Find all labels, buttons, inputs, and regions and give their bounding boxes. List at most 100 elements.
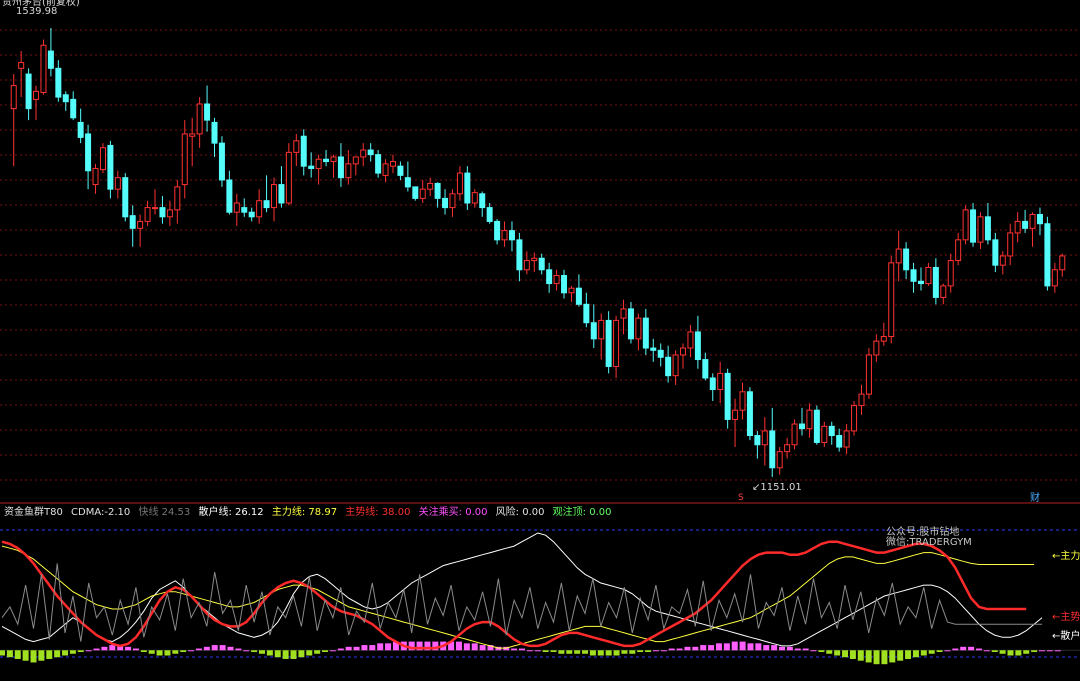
candle-body [553, 275, 560, 285]
candle-body [55, 67, 62, 98]
indicator-bar [85, 650, 92, 652]
candle-body [910, 269, 917, 282]
candle-body [256, 200, 263, 218]
candle-body [947, 260, 954, 287]
candle-body [903, 248, 910, 271]
indicator-bar [353, 646, 360, 651]
candle-body [442, 197, 449, 209]
candle-body [479, 193, 486, 209]
candle-body [85, 133, 92, 172]
indicator-bar [645, 650, 652, 653]
indicator-bar [1039, 650, 1045, 652]
legend-zhuli: 主力线: 78.97 [271, 507, 338, 518]
candle-body [955, 239, 962, 262]
candle-body [1044, 223, 1051, 287]
indicator-bar [14, 650, 21, 659]
indicator-bar [928, 650, 935, 654]
indicator-bar [377, 643, 384, 651]
candle-body [992, 239, 999, 266]
indicator-bar [38, 650, 45, 661]
indicator-bar [526, 650, 533, 652]
candle-body [501, 230, 508, 241]
indicator-bar [140, 650, 147, 653]
candle-body [642, 317, 649, 349]
indicator-bar [479, 645, 486, 651]
indicator-bar [322, 650, 329, 653]
indicator-bar [857, 650, 864, 661]
candle-body [895, 248, 902, 264]
candle-body [575, 287, 582, 305]
candle-body [375, 154, 382, 174]
candle-body [315, 158, 322, 169]
indicator-bar [534, 650, 541, 652]
candle-body [769, 430, 776, 469]
indicator-bar [700, 645, 707, 651]
indicator-bar [0, 650, 5, 656]
candle-body [129, 215, 136, 229]
candle-body [397, 165, 404, 176]
legend-indicator-name[interactable]: 资金鱼群T80 [4, 507, 63, 518]
candle-body [152, 207, 159, 210]
candle-body [226, 179, 233, 213]
indicator-bar [93, 648, 100, 651]
candle-body [1059, 255, 1066, 271]
indicator-bar [345, 646, 352, 651]
candle-body [605, 319, 612, 367]
candle-body [241, 207, 248, 213]
candle-body [1014, 220, 1021, 234]
indicator-bar [849, 650, 856, 659]
candle-body [784, 444, 791, 453]
legend-fengxian: 风险: 0.00 [495, 507, 545, 518]
legend-cdma: CDMA:-2.10 [71, 507, 131, 518]
indicator-bar [637, 650, 644, 653]
right-label-zhushi: ←主势 [1052, 612, 1080, 623]
candle-body [672, 354, 679, 377]
indicator-bar [235, 648, 242, 651]
indicator-bar [1015, 650, 1022, 656]
indicator-bar [582, 650, 589, 654]
indicator-bar [589, 650, 596, 656]
indicator-bar [794, 648, 801, 651]
candle-body [962, 209, 969, 241]
indicator-bar [46, 650, 53, 659]
candle-body [330, 156, 337, 163]
right-label-sanhu: ←散户 [1052, 631, 1080, 642]
indicator-bar [62, 650, 69, 656]
candle-body [218, 142, 225, 181]
indicator-bar [101, 646, 108, 651]
indicator-bar [1031, 650, 1038, 653]
indicator-line-散户线 [1, 532, 1043, 647]
indicator-bar [597, 650, 604, 656]
candle-body [1051, 269, 1058, 287]
candle-body [360, 149, 367, 158]
indicator-bar [54, 650, 61, 658]
indicator-bar [763, 645, 770, 651]
indicator-bar [337, 648, 344, 651]
candle-body [285, 151, 292, 204]
indicator-bar [219, 645, 226, 651]
candle-body [204, 103, 211, 121]
indicator-bar [314, 650, 321, 654]
indicator-bar [203, 646, 210, 651]
candle-body [494, 220, 501, 241]
indicator-bar [1007, 650, 1014, 656]
candle-body [308, 165, 315, 169]
candle-body [189, 133, 196, 137]
candle-body [456, 172, 463, 195]
candle-body [382, 163, 389, 176]
candle-body [776, 451, 783, 469]
indicator-bar [1023, 650, 1030, 654]
indicator-bar [786, 646, 793, 651]
indicator-bar [69, 650, 76, 654]
candle-body [508, 230, 515, 241]
indicator-bar [818, 650, 825, 653]
indicator-bar [156, 650, 163, 656]
candle-body [516, 239, 523, 271]
candle-body [464, 172, 471, 204]
candle-body [419, 188, 426, 199]
indicator-bar [834, 650, 841, 656]
candle-body [434, 182, 441, 199]
right-label-zhuli: ←主力 [1052, 551, 1080, 562]
indicator-bar [77, 650, 84, 653]
indicator-bar [715, 643, 722, 651]
